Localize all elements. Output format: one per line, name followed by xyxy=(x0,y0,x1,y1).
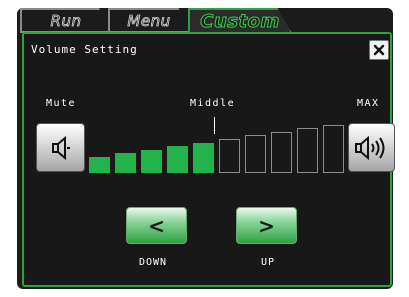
speaker-max-icon xyxy=(354,135,384,160)
tab-menu[interactable]: Menu xyxy=(108,8,190,33)
tab-run-screen[interactable]: Run screen xyxy=(20,8,112,33)
speaker-mute-icon xyxy=(51,135,70,160)
close-icon xyxy=(373,44,385,56)
chevron-right-icon: > xyxy=(258,213,275,238)
down-label: DOWN xyxy=(139,257,168,268)
volume-bar-empty[interactable] xyxy=(271,131,292,173)
max-label: MAX xyxy=(357,98,380,109)
volume-bar-filled[interactable] xyxy=(141,149,162,173)
mute-label: Mute xyxy=(46,98,77,109)
volume-bar-filled[interactable] xyxy=(115,153,136,173)
tab-custom[interactable]: Custom xyxy=(188,8,292,33)
volume-bar-empty[interactable] xyxy=(323,124,344,173)
volume-bar-filled[interactable] xyxy=(167,146,188,173)
chevron-left-icon: < xyxy=(148,213,165,238)
volume-bar-filled[interactable] xyxy=(89,157,110,173)
dialog-title: Volume Setting xyxy=(31,43,138,56)
mute-speaker-button[interactable] xyxy=(36,123,85,172)
volume-bar-empty[interactable] xyxy=(245,135,266,173)
volume-level-bars xyxy=(89,123,345,173)
close-button[interactable] xyxy=(369,40,389,60)
volume-bar-filled[interactable] xyxy=(193,142,214,173)
max-speaker-button[interactable] xyxy=(348,123,395,172)
up-label: UP xyxy=(261,257,276,268)
volume-up-button[interactable]: > xyxy=(236,207,297,244)
volume-down-button[interactable]: < xyxy=(126,207,187,244)
volume-bar-empty[interactable] xyxy=(219,139,240,173)
volume-bar-empty[interactable] xyxy=(297,128,318,173)
middle-label: Middle xyxy=(190,98,236,109)
